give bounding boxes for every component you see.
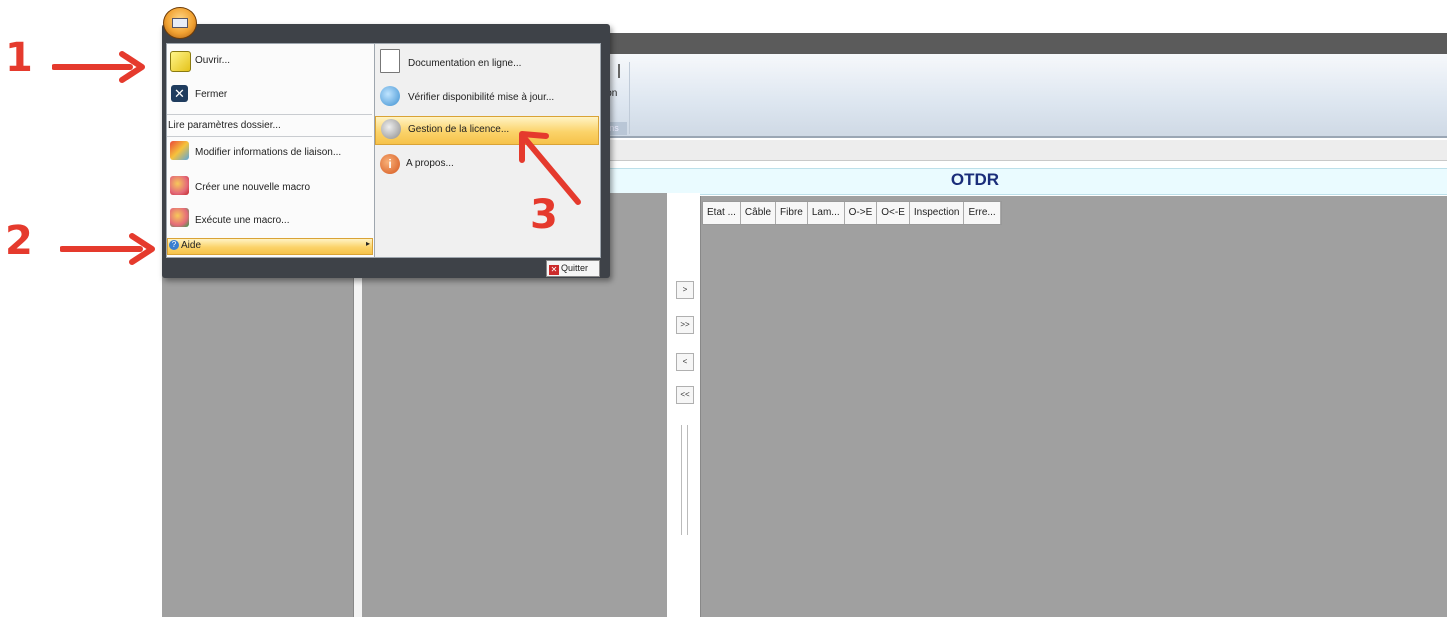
quit-button[interactable]: ✕ Quitter (546, 260, 600, 277)
app-orb-icon (172, 18, 188, 28)
menu-item-read-parameters[interactable]: Lire paramètres dossier... (168, 120, 281, 131)
annotation-step-1: 1 (5, 35, 33, 81)
menu-item-license-label: Gestion de la licence... (408, 124, 510, 135)
help-icon: ? (169, 240, 179, 250)
open-folder-icon (170, 51, 191, 72)
annotation-arrow-1 (52, 51, 145, 83)
close-file-icon: ✕ (171, 85, 188, 102)
menu-item-run-macro[interactable]: Exécute une macro... (195, 215, 290, 226)
menu-item-open[interactable]: Ouvrir... (195, 55, 230, 66)
menu-item-create-macro[interactable]: Créer une nouvelle macro (195, 182, 310, 193)
menu-item-about[interactable]: A propos... (406, 158, 454, 169)
menu-separator (167, 114, 372, 115)
column-header-erreur[interactable]: Erre... (964, 202, 1001, 224)
drag-rail (681, 425, 688, 535)
submenu-arrow-icon: ▸ (366, 239, 371, 248)
menu-separator (167, 136, 372, 137)
menu-item-check-updates[interactable]: Vérifier disponibilité mise à jour... (408, 92, 554, 103)
update-check-icon (380, 86, 400, 106)
quit-label: Quitter (561, 263, 589, 273)
column-header-o-to-e[interactable]: O->E (845, 202, 878, 224)
annotation-arrow-2 (60, 233, 155, 265)
fiber-table-pane[interactable] (700, 196, 1447, 617)
about-info-icon: i (380, 154, 400, 174)
license-icon (381, 119, 401, 139)
menu-item-help-label: Aide (181, 240, 202, 251)
table-header: Etat ... Câble Fibre Lam... O->E O<-E In… (702, 201, 1002, 225)
annotation-arrow-3 (519, 131, 581, 205)
move-right-button[interactable]: > (676, 281, 694, 299)
column-header-cable[interactable]: Câble (741, 202, 777, 224)
record-macro-icon (170, 176, 189, 195)
column-header-e-to-o[interactable]: O<-E (877, 202, 910, 224)
transfer-button-column (667, 193, 700, 617)
documentation-icon (380, 49, 400, 73)
panel-title: OTDR (950, 170, 1000, 189)
quit-icon: ✕ (549, 265, 559, 275)
move-all-right-button[interactable]: >> (676, 316, 694, 334)
column-header-etat[interactable]: Etat ... (703, 202, 741, 224)
menu-item-modify-link[interactable]: Modifier informations de liaison... (195, 147, 341, 158)
annotation-step-2: 2 (5, 218, 33, 264)
ribbon-separator (629, 62, 630, 134)
column-header-fibre[interactable]: Fibre (776, 202, 808, 224)
link-info-icon (170, 141, 189, 160)
menu-item-online-documentation[interactable]: Documentation en ligne... (408, 58, 521, 69)
run-macro-icon (170, 208, 189, 227)
column-header-inspection[interactable]: Inspection (910, 202, 965, 224)
move-all-left-button[interactable]: << (676, 386, 694, 404)
move-left-button[interactable]: < (676, 353, 694, 371)
column-header-lambda[interactable]: Lam... (808, 202, 845, 224)
menu-item-close[interactable]: Fermer (195, 89, 227, 100)
